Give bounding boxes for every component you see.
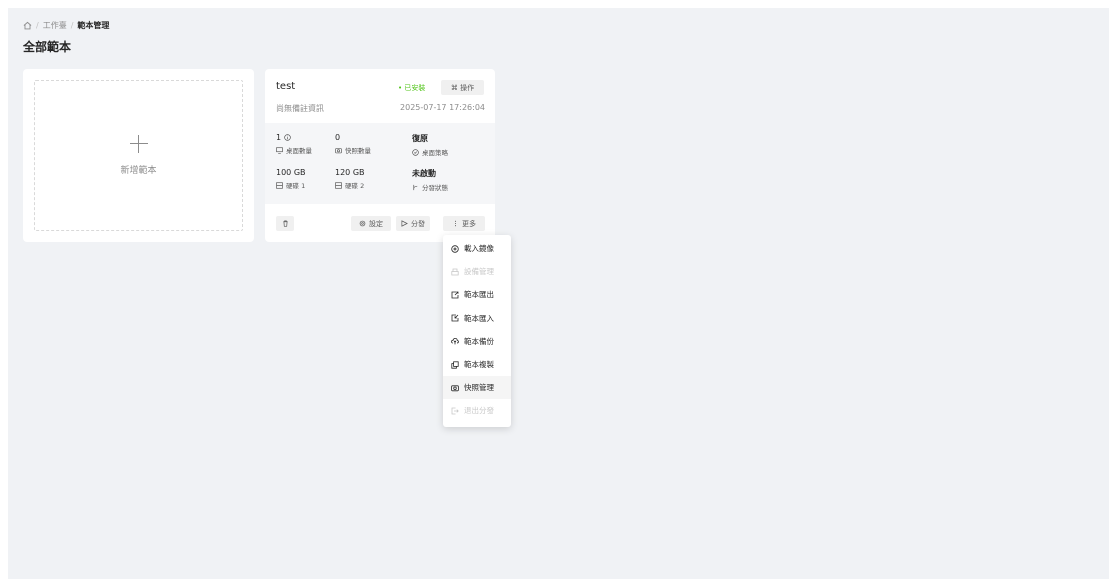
disc-icon <box>451 244 459 253</box>
menu-item-export-template[interactable]: 範本匯出 <box>443 283 511 306</box>
policy-icon <box>412 148 419 156</box>
menu-item-label: 快照管理 <box>464 383 494 393</box>
stat-label: 快照數量 <box>345 147 371 155</box>
breadcrumb-current: 範本管理 <box>77 21 110 30</box>
more-icon <box>454 220 457 227</box>
settings-label: 設定 <box>369 219 383 228</box>
template-remark: 尚無備註資訊 <box>276 104 324 113</box>
stat-value: 復原 <box>412 134 428 143</box>
export-icon <box>451 291 459 299</box>
gear-icon <box>359 220 366 227</box>
monitor-icon <box>276 146 283 154</box>
stat-snapshot-count: 0 快照數量 <box>335 133 415 155</box>
menu-item-label: 載入鏡像 <box>464 244 494 254</box>
menu-item-label: 範本備份 <box>464 336 494 346</box>
stat-value: 未啟動 <box>412 169 436 178</box>
info-icon[interactable] <box>284 134 291 141</box>
menu-item-backup-template[interactable]: 範本備份 <box>443 330 511 353</box>
template-card: test • 已安裝 ⌘ 操作 尚無備註資訊 2025-07-17 17:26:… <box>265 69 495 242</box>
camera-icon <box>335 147 342 153</box>
operate-button[interactable]: ⌘ 操作 <box>441 80 484 95</box>
add-template-dropzone[interactable]: 新增範本 <box>34 80 243 231</box>
template-stats: 1 桌面數量 0 快照數量 復原 桌面策略 100 GB 硬碟 1 120 GB… <box>265 123 495 204</box>
copy-icon <box>451 360 459 369</box>
breadcrumb-workbench[interactable]: 工作臺 <box>43 20 67 31</box>
menu-item-exit-distribution: 退出分發 <box>443 399 511 422</box>
menu-item-label: 範本匯出 <box>464 290 494 300</box>
menu-item-snapshot-management[interactable]: 快照管理 <box>443 376 511 400</box>
disk-icon <box>335 181 342 189</box>
page-title: 全部範本 <box>23 40 72 54</box>
menu-item-label: 範本複製 <box>464 360 494 370</box>
more-button[interactable]: 更多 <box>443 216 485 231</box>
operate-label: ⌘ 操作 <box>450 83 475 92</box>
plus-icon <box>129 135 148 153</box>
add-template-card[interactable]: 新增範本 <box>23 69 254 242</box>
template-timestamp: 2025-07-17 17:26:04 <box>400 103 485 112</box>
stat-value: 100 GB <box>276 168 306 177</box>
menu-item-label: 設備管理 <box>464 267 494 277</box>
disk-icon <box>276 181 283 189</box>
stat-disk-2: 120 GB 硬碟 2 <box>335 168 415 190</box>
stat-value: 1 <box>276 133 282 142</box>
stat-label: 硬碟 2 <box>345 182 365 190</box>
send-icon <box>401 220 408 227</box>
menu-item-import-template[interactable]: 範本匯入 <box>443 307 511 330</box>
menu-item-device-management: 設備管理 <box>443 260 511 283</box>
breadcrumb-separator: / <box>36 21 39 30</box>
home-icon[interactable] <box>23 21 32 30</box>
template-name: test <box>276 81 296 92</box>
distribute-button[interactable]: 分發 <box>396 216 430 231</box>
breadcrumb-separator: / <box>70 21 74 30</box>
add-template-label: 新增範本 <box>120 166 157 176</box>
cloud-backup-icon <box>451 338 459 345</box>
stat-value: 0 <box>335 133 341 142</box>
distribute-label: 分發 <box>411 219 425 228</box>
device-icon <box>451 268 459 276</box>
stat-value: 120 GB <box>335 168 365 177</box>
delete-button[interactable] <box>276 216 294 231</box>
menu-item-copy-template[interactable]: 範本複製 <box>443 353 511 376</box>
stat-label: 桌面策略 <box>422 149 448 157</box>
template-card-header: test • 已安裝 ⌘ 操作 尚無備註資訊 2025-07-17 17:26:… <box>265 69 495 123</box>
breadcrumb: / 工作臺 / 範本管理 <box>23 20 109 31</box>
stat-desktop-policy: 復原 桌面策略 <box>412 133 492 157</box>
stat-label: 桌面數量 <box>286 147 312 155</box>
stat-label: 硬碟 1 <box>286 182 306 190</box>
import-icon <box>451 314 459 322</box>
stat-distribution-status: 未啟動 分發狀態 <box>412 168 492 192</box>
menu-item-load-image[interactable]: 載入鏡像 <box>443 237 511 260</box>
more-label: 更多 <box>462 219 476 228</box>
trash-icon <box>282 220 288 227</box>
logout-icon <box>451 407 459 415</box>
status-badge: • 已安裝 <box>398 84 426 92</box>
menu-item-label: 退出分發 <box>464 406 494 416</box>
settings-button[interactable]: 設定 <box>351 216 391 231</box>
stat-label: 分發狀態 <box>422 184 448 192</box>
more-dropdown-menu: 載入鏡像 設備管理 範本匯出 範本匯入 範本備份 範本複製 快照管理 退出分發 <box>443 235 511 427</box>
branch-icon <box>413 184 418 190</box>
menu-item-label: 範本匯入 <box>464 313 494 323</box>
camera-icon <box>451 385 459 391</box>
